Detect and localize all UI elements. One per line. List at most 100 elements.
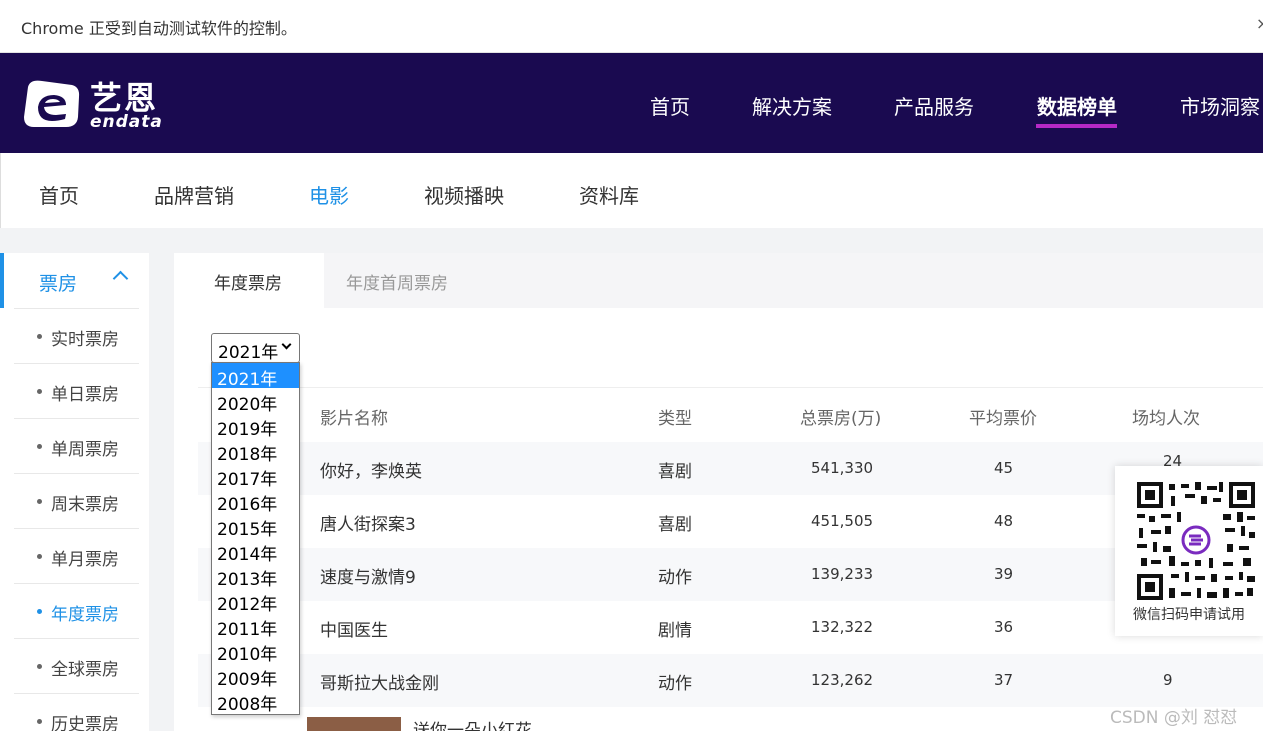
year-option[interactable]: 2016年 [212, 488, 299, 515]
sidebar-item-label: 实时票房 [51, 330, 119, 350]
main-panel: 年度票房 年度首周票房 2021年 影片名称 类型 总票房(万) 平均票价 场均… [174, 253, 1263, 731]
tab-bar: 年度票房 年度首周票房 [174, 253, 1263, 308]
film-genre: 动作 [658, 674, 692, 694]
sidebar-item-weekly[interactable]: 单周票房 [14, 418, 139, 473]
topnav-products[interactable]: 产品服务 [894, 91, 974, 120]
endata-logo-icon [24, 80, 80, 127]
sidebar-item-label: 单日票房 [51, 385, 119, 405]
sidebar-item-global[interactable]: 全球票房 [14, 638, 139, 693]
sidebar-item-label: 单周票房 [51, 440, 119, 460]
header-total-box-office[interactable]: 总票房(万) [800, 404, 881, 429]
film-name[interactable]: 速度与激情9 [320, 563, 416, 588]
film-genre: 动作 [658, 568, 692, 588]
film-box-office: 541,330 [811, 459, 874, 477]
topnav-solutions[interactable]: 解决方案 [752, 91, 832, 120]
year-option[interactable]: 2014年 [212, 538, 299, 565]
year-option[interactable]: 2008年 [212, 688, 299, 715]
year-option[interactable]: 2012年 [212, 588, 299, 615]
film-name[interactable]: 送你一朵小红花 [413, 716, 532, 731]
bullet-icon [37, 389, 42, 394]
topnav-rankings[interactable]: 数据榜单 [1037, 91, 1117, 120]
sidebar-section-box-office[interactable]: 票房 [0, 253, 149, 308]
qr-code-card[interactable]: 微信扫码申请试用 [1115, 466, 1263, 636]
year-select-value: 2021年 [218, 343, 279, 363]
year-dropdown-list: 2021年 2020年 2019年 2018年 2017年 2016年 2015… [211, 362, 300, 715]
year-option[interactable]: 2019年 [212, 413, 299, 440]
tab-label: 年度票房 [214, 274, 282, 294]
film-box-office: 123,262 [811, 671, 874, 689]
year-option[interactable]: 2009年 [212, 663, 299, 690]
table-row[interactable]: 唐人街探案3 喜剧 451,505 48 [198, 495, 1263, 548]
qr-code-icon [1135, 480, 1257, 602]
bullet-icon [37, 499, 42, 504]
header-film-name[interactable]: 影片名称 [320, 404, 388, 429]
year-option[interactable]: 2021年 [212, 363, 299, 390]
topnav-home[interactable]: 首页 [650, 91, 690, 120]
sidebar-item-weekend[interactable]: 周末票房 [14, 473, 139, 528]
sidebar-item-label: 单月票房 [51, 550, 119, 570]
film-box-office: 139,233 [811, 565, 874, 583]
film-avg-price: 39 [994, 565, 1014, 583]
year-option[interactable]: 2013年 [212, 563, 299, 590]
sidebar-item-daily[interactable]: 单日票房 [14, 363, 139, 418]
year-option[interactable]: 2017年 [212, 463, 299, 490]
subnav-home[interactable]: 首页 [39, 180, 79, 209]
chevron-up-icon [112, 270, 129, 287]
film-box-office: 451,505 [811, 512, 874, 530]
film-poster-thumbnail[interactable] [307, 717, 401, 731]
film-avg-price: 36 [994, 618, 1014, 636]
table-row[interactable]: 哥斯拉大战金刚 动作 123,262 37 9 [198, 654, 1263, 707]
sub-navigation: 首页 品牌营销 电影 视频播映 资料库 [0, 153, 1263, 228]
header-avg-price[interactable]: 平均票价 [969, 404, 1037, 429]
sidebar-section-label: 票房 [39, 273, 78, 295]
header-avg-attendance[interactable]: 场均人次 [1132, 404, 1200, 429]
sidebar-item-monthly[interactable]: 单月票房 [14, 528, 139, 583]
sidebar-item-realtime[interactable]: 实时票房 [14, 308, 139, 363]
sidebar-item-label: 历史票房 [51, 715, 119, 731]
year-option[interactable]: 2015年 [212, 513, 299, 540]
brand-logo[interactable]: 艺恩 endata [20, 73, 180, 133]
topnav-insights[interactable]: 市场洞察 [1180, 91, 1260, 120]
year-option[interactable]: 2011年 [212, 613, 299, 640]
year-select[interactable]: 2021年 [211, 333, 300, 363]
brand-name-en: endata [90, 112, 163, 132]
header-genre[interactable]: 类型 [658, 404, 692, 429]
film-name[interactable]: 哥斯拉大战金刚 [320, 669, 439, 694]
subnav-video[interactable]: 视频播映 [424, 180, 504, 209]
table-row[interactable]: 中国医生 剧情 132,322 36 [198, 601, 1263, 654]
bullet-icon [37, 719, 42, 724]
tab-annual-first-week[interactable]: 年度首周票房 [324, 253, 484, 308]
year-option[interactable]: 2018年 [212, 438, 299, 465]
watermark: CSDN @刘 怼怼 [1110, 708, 1238, 728]
tab-annual-box-office[interactable]: 年度票房 [174, 253, 324, 308]
close-icon[interactable]: × [1256, 14, 1263, 33]
film-genre: 剧情 [658, 621, 692, 641]
film-name[interactable]: 你好，李焕英 [320, 457, 422, 482]
subnav-library[interactable]: 资料库 [579, 180, 639, 209]
sidebar-item-label: 全球票房 [51, 660, 119, 680]
sidebar: 票房 实时票房 单日票房 单周票房 周末票房 单月票房 年度票房 全球票房 历史… [0, 253, 149, 731]
film-avg-price: 48 [994, 512, 1014, 530]
table-row[interactable]: 你好，李焕英 喜剧 541,330 45 24 [198, 442, 1263, 495]
qr-caption: 微信扫码申请试用 [1133, 607, 1245, 623]
sidebar-item-history[interactable]: 历史票房 [14, 693, 139, 731]
film-name[interactable]: 唐人街探案3 [320, 510, 416, 535]
year-option[interactable]: 2010年 [212, 638, 299, 665]
active-nav-indicator [1036, 124, 1117, 128]
automation-infobar: Chrome 正受到自动测试软件的控制。 × [0, 0, 1263, 53]
bullet-icon [37, 554, 42, 559]
film-name[interactable]: 中国医生 [320, 616, 388, 641]
subnav-movies[interactable]: 电影 [309, 180, 349, 209]
table-row[interactable]: 速度与激情9 动作 139,233 39 [198, 548, 1263, 601]
year-option[interactable]: 2020年 [212, 388, 299, 415]
bullet-icon [37, 444, 42, 449]
bullet-icon [37, 664, 42, 669]
sidebar-item-annual[interactable]: 年度票房 [14, 583, 139, 638]
film-avg-attendance: 9 [1163, 671, 1173, 689]
top-navigation: 艺恩 endata 首页 解决方案 产品服务 数据榜单 市场洞察 [0, 53, 1263, 153]
film-avg-price: 45 [994, 459, 1014, 477]
chevron-down-icon [281, 339, 292, 350]
table-header: 影片名称 类型 总票房(万) 平均票价 场均人次 [198, 387, 1263, 442]
subnav-brand-marketing[interactable]: 品牌营销 [154, 180, 234, 209]
tab-label: 年度首周票房 [346, 274, 448, 294]
